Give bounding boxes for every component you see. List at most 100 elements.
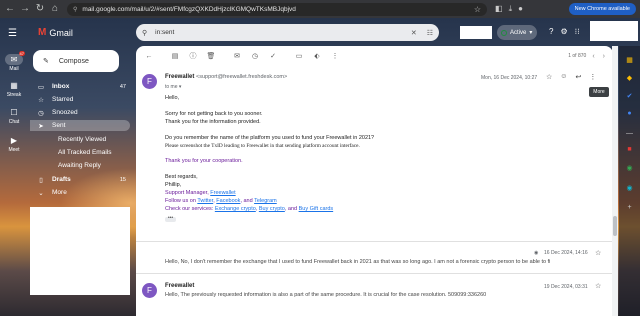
rail-streak[interactable]: ▦ Streak [0, 80, 28, 98]
twitter-link[interactable]: Twitter [197, 198, 213, 204]
star-icon[interactable]: ☆ [595, 282, 601, 290]
back-icon[interactable]: ← [4, 3, 16, 15]
avatar[interactable]: F [142, 283, 157, 298]
body-line: Best regards, [165, 174, 198, 180]
status-label: Active [510, 29, 527, 36]
nav-more[interactable]: ⌄ More [30, 187, 130, 198]
move-to-icon[interactable]: ▭ [292, 52, 306, 60]
nav-starred-label: Starred [52, 96, 74, 103]
browser-nav: ← → ↻ ⌂ [4, 3, 61, 15]
profile-icon[interactable]: ● [518, 4, 523, 14]
account-area[interactable] [590, 21, 638, 41]
message-toolbar: ← ▤ ⓘ 🗑 ✉ ◷ ✓ ▭ ⬖ ⋮ 1 of 870 ‹ › [136, 46, 613, 66]
nav-starred[interactable]: ☆ Starred [30, 94, 130, 105]
signature-line: Support Manager, Freewallet [165, 190, 236, 196]
site-info-icon[interactable]: ⚲ [73, 6, 77, 13]
report-spam-icon[interactable]: ⓘ [186, 51, 200, 61]
main-menu-icon[interactable]: ☰ [8, 28, 17, 39]
buy-crypto-link[interactable]: Buy crypto [259, 206, 285, 212]
scrollbar[interactable] [612, 46, 618, 316]
rail-chat[interactable]: ☐ Chat [0, 107, 28, 125]
search-icon[interactable]: ⚲ [142, 29, 147, 37]
star-icon[interactable]: ☆ [595, 249, 601, 257]
mail-badge: 47 [18, 51, 25, 56]
buy-gift-cards-link[interactable]: Buy Gift cards [299, 206, 334, 212]
archive-icon[interactable]: ▤ [168, 52, 182, 60]
telegram-link[interactable]: Telegram [254, 198, 277, 204]
gmail-wordmark: Gmail [49, 27, 73, 38]
nav-all-tracked-label: All Tracked Emails [58, 149, 112, 156]
clock-icon: ◷ [38, 109, 44, 117]
apps-icon[interactable]: ⁝⁝ [575, 27, 580, 36]
reply-icon[interactable]: ↩ [575, 73, 581, 81]
message-preview: Hello, The previously requested informat… [165, 292, 487, 298]
home-icon[interactable]: ⌂ [49, 3, 61, 15]
message-preview: Hello, No, I don't remember the exchange… [165, 259, 551, 265]
older-icon[interactable]: › [603, 53, 605, 60]
add-task-icon[interactable]: ✓ [266, 52, 280, 60]
search-input[interactable]: in:sent [155, 29, 401, 36]
nav-awaiting-reply[interactable]: Awaiting Reply [30, 160, 130, 171]
body-line: Sorry for not getting back to you sooner… [165, 111, 263, 117]
addon-icon[interactable]: ■ [624, 146, 635, 153]
emoji-react-icon[interactable]: ☺ [560, 73, 567, 81]
nav-sent[interactable]: ➤ Sent [30, 120, 130, 131]
clear-search-icon[interactable]: ✕ [411, 29, 417, 37]
addon-icon[interactable]: ◉ [624, 184, 635, 192]
freewallet-link[interactable]: Freewallet [210, 190, 235, 196]
tasks-icon[interactable]: ✔ [624, 92, 635, 100]
settings-icon[interactable]: ⚙ [560, 27, 567, 36]
nav-drafts[interactable]: ▯ Drafts 15 [30, 174, 130, 185]
message-date: 19 Dec 2024, 03:31 [544, 284, 588, 290]
divider [136, 241, 613, 242]
nav-drafts-label: Drafts [52, 176, 71, 183]
more-actions-icon[interactable]: ⋮ [328, 52, 342, 60]
exchange-crypto-link[interactable]: Exchange crypto [215, 206, 256, 212]
delete-icon[interactable]: 🗑 [204, 52, 218, 60]
extension-icon[interactable]: ◧ [495, 4, 503, 14]
sender-name[interactable]: Freewallet [165, 283, 194, 289]
mark-unread-icon[interactable]: ✉ [230, 52, 244, 60]
forward-icon[interactable]: → [19, 3, 31, 15]
scrollbar-thumb[interactable] [613, 216, 617, 236]
addon-icon[interactable]: ◉ [624, 164, 635, 172]
bookmark-star-icon[interactable]: ☆ [474, 5, 481, 14]
newer-icon[interactable]: ‹ [592, 53, 594, 60]
gmail-logo[interactable]: M Gmail [38, 27, 73, 38]
reload-icon[interactable]: ↻ [34, 3, 46, 15]
nav-snoozed[interactable]: ◷ Snoozed [30, 107, 130, 118]
show-trimmed-button[interactable]: ••• [165, 216, 176, 222]
sender-name[interactable]: Freewallet [165, 74, 194, 80]
nav-inbox[interactable]: ▭ Inbox 47 [30, 81, 130, 92]
compose-button[interactable]: ✎ Compose [33, 50, 119, 72]
calendar-icon[interactable]: ▦ [624, 56, 635, 64]
rail-mail[interactable]: ✉ 47 Mail [0, 51, 28, 72]
more-vert-icon[interactable]: ⋮ [589, 73, 596, 81]
new-chrome-button[interactable]: New Chrome available [568, 3, 636, 15]
streak-icon: ▦ [10, 81, 18, 90]
nav-recently-viewed[interactable]: Recently Viewed [30, 134, 130, 145]
recipient-line[interactable]: to me ▾ [165, 84, 181, 90]
search-options-icon[interactable]: ☷ [427, 29, 433, 37]
nav-all-tracked[interactable]: All Tracked Emails [30, 147, 130, 158]
star-icon[interactable]: ☆ [546, 73, 552, 81]
rail-mail-label: Mail [9, 66, 19, 72]
body-line: Thank you for the information provided. [165, 119, 261, 125]
facebook-link[interactable]: Facebook [216, 198, 240, 204]
help-icon[interactable]: ? [549, 27, 553, 36]
back-arrow-icon[interactable]: ← [142, 53, 156, 60]
status-button[interactable]: Active ▾ [497, 25, 537, 40]
nav-snoozed-label: Snoozed [52, 109, 78, 116]
contacts-icon[interactable]: ● [624, 110, 635, 117]
snooze-icon[interactable]: ◷ [248, 52, 262, 60]
address-bar[interactable]: ⚲ mail.google.com/mail/u/2/#sent/FMfcgzQ… [67, 2, 487, 16]
pencil-icon: ✎ [43, 58, 49, 65]
rail-meet[interactable]: ▶ Meet [0, 135, 28, 153]
keep-icon[interactable]: ◆ [624, 74, 635, 82]
search-bar[interactable]: ⚲ in:sent ✕ ☷ [136, 24, 439, 41]
nav-inbox-label: Inbox [52, 83, 70, 90]
add-addon-icon[interactable]: + [624, 204, 635, 211]
avatar[interactable]: F [142, 74, 157, 89]
label-icon[interactable]: ⬖ [310, 52, 324, 60]
download-icon[interactable]: ⤓ [509, 4, 513, 14]
